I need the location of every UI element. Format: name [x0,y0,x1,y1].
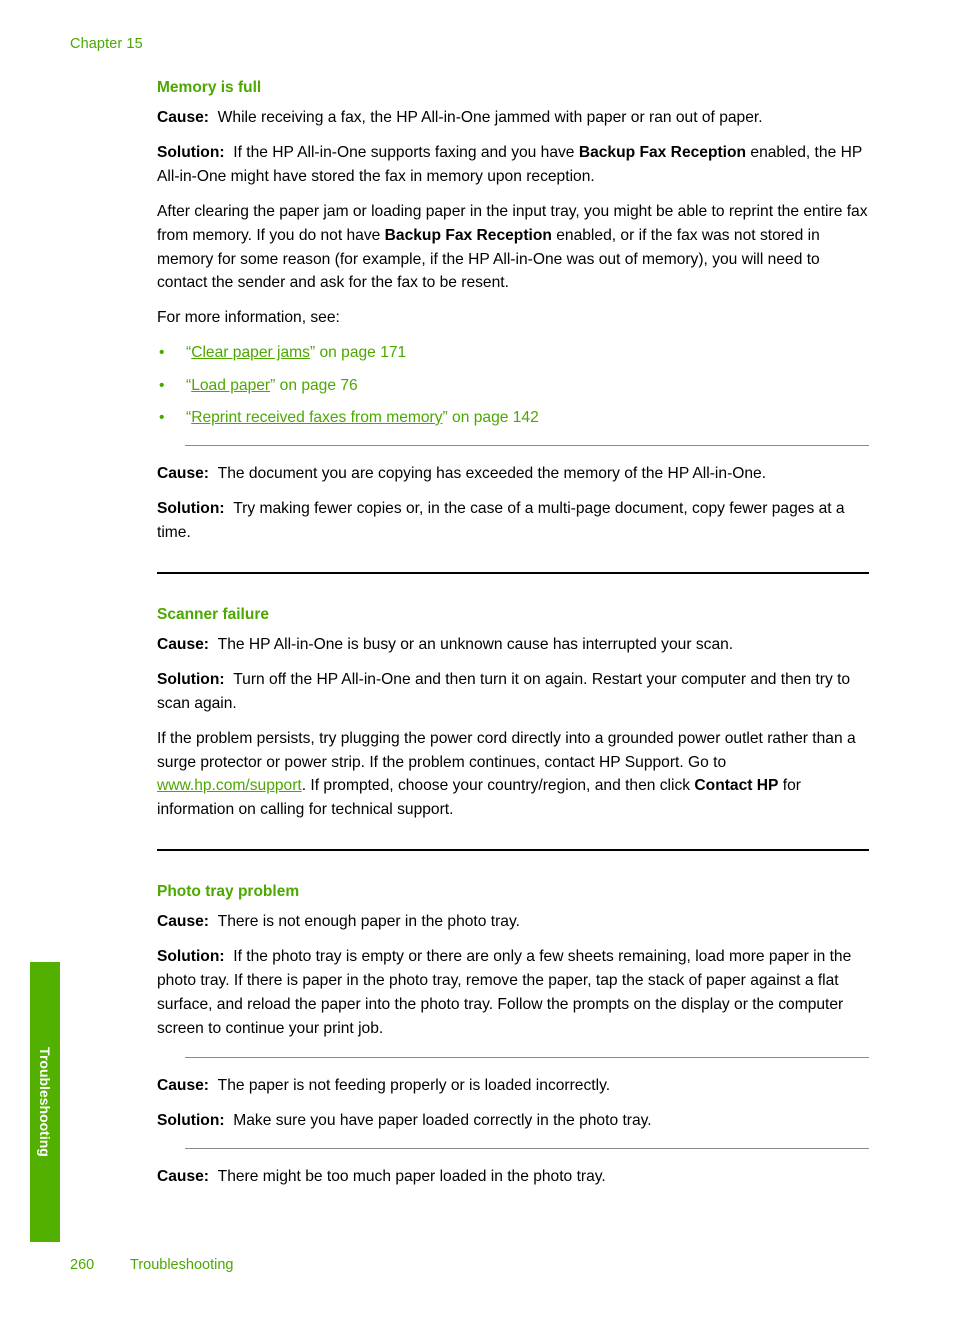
section-divider-rule [157,571,869,574]
section-photo-tray-problem: Photo tray problem Cause: There is not en… [157,882,869,1189]
cause-text: The document you are copying has exceede… [217,465,767,483]
detail-paragraph: If the problem persists, try plugging th… [157,727,869,822]
list-item: • “Reprint received faxes from memory” on… [157,406,869,429]
cause-label: Cause: [157,109,209,127]
cause-paragraph: Cause: The HP All-in-One is busy or an un… [157,633,869,657]
cause-label: Cause: [157,1076,209,1094]
section-scanner-failure: Scanner failure Cause: The HP All-in-One … [157,605,869,822]
solution-label: Solution: [157,1111,225,1129]
link-title: Load paper [191,376,271,394]
cause-paragraph: Cause: There is not enough paper in the p… [157,910,869,934]
section-memory-is-full: Memory is full Cause: While receiving a f… [157,78,869,545]
cause-text: The paper is not feeding properly or is … [217,1076,611,1094]
solution-text-pre: If the HP All-in-One supports faxing and… [233,144,579,162]
cause-text: The HP All-in-One is busy or an unknown … [217,636,734,654]
cross-reference-list: • “Clear paper jams” on page 171 • “Load p… [157,341,869,429]
solution-text: If the photo tray is empty or there are … [157,948,852,1037]
detail-paragraph: After clearing the paper jam or loading … [157,200,869,295]
cause-label: Cause: [157,465,209,483]
cross-reference-link[interactable]: “Reprint received faxes from memory” [186,409,448,426]
solution-text: Make sure you have paper loaded correctl… [233,1111,652,1129]
link-page-suffix: on page 171 [315,344,407,362]
bullet-icon: • [159,344,165,362]
cause-text: While receiving a fax, the HP All-in-One… [217,109,763,127]
cause-solution-block: Cause: The document you are copying has e… [157,462,869,545]
bullet-icon: • [159,408,165,426]
side-thumb-tab-label: Troubleshooting [37,1047,53,1157]
section-heading: Scanner failure [157,605,269,623]
cross-reference-link[interactable]: “Clear paper jams” [186,344,315,361]
cause-separator-rule [185,1056,869,1058]
cause-label: Cause: [157,636,209,654]
cause-solution-block: Cause: While receiving a fax, the HP All-… [157,106,869,429]
cause-paragraph: Cause: While receiving a fax, the HP All-… [157,106,869,130]
solution-label: Solution: [157,671,225,689]
side-thumb-tab: Troubleshooting [30,962,60,1242]
solution-paragraph: Solution: If the photo tray is empty or t… [157,945,869,1040]
link-page-suffix: on page 76 [275,376,358,394]
cause-text: There is not enough paper in the photo t… [217,913,520,931]
solution-label: Solution: [157,948,225,966]
solution-label: Solution: [157,500,225,518]
cause-solution-block: Cause: The paper is not feeding properly … [157,1074,869,1133]
detail-text-bold: Backup Fax Reception [384,226,552,244]
solution-paragraph: Solution: If the HP All-in-One supports f… [157,141,869,189]
cause-separator-rule [185,1148,869,1150]
solution-paragraph: Solution: Try making fewer copies or, in … [157,497,869,545]
cause-solution-block: Cause: There might be too much paper load… [157,1165,869,1189]
content-column: Memory is full Cause: While receiving a f… [157,78,869,1189]
see-also-intro: For more information, see: [157,309,340,327]
page-footer: 260 Troubleshooting [70,1257,233,1273]
solution-text: Try making fewer copies or, in the case … [157,500,845,541]
solution-paragraph: Solution: Make sure you have paper loaded… [157,1109,869,1133]
list-item: • “Clear paper jams” on page 171 [157,341,869,364]
cause-label: Cause: [157,1168,209,1186]
detail-text-mid: . If prompted, choose your country/regio… [301,777,695,795]
cause-paragraph: Cause: The paper is not feeding properly … [157,1074,869,1098]
detail-text-pre: If the problem persists, try plugging th… [157,729,856,771]
cause-paragraph: Cause: There might be too much paper load… [157,1165,869,1189]
chapter-header: Chapter 15 [70,36,143,52]
section-heading: Memory is full [157,79,262,96]
cause-paragraph: Cause: The document you are copying has e… [157,462,869,486]
cause-separator-rule [185,445,869,447]
link-title: Reprint received faxes from memory [191,408,443,426]
support-url-link[interactable]: www.hp.com/support [157,777,302,794]
solution-paragraph: Solution: Turn off the HP All-in-One and … [157,668,869,716]
cause-label: Cause: [157,913,209,931]
footer-page-number: 260 [70,1257,95,1273]
section-divider-rule [157,849,869,852]
solution-label: Solution: [157,144,225,162]
cause-solution-block: Cause: There is not enough paper in the p… [157,910,869,1040]
bullet-icon: • [159,376,165,394]
section-heading: Photo tray problem [157,883,300,901]
cause-text: There might be too much paper loaded in … [217,1168,606,1186]
footer-section-name: Troubleshooting [130,1257,234,1273]
list-item: • “Load paper” on page 76 [157,374,869,397]
detail-text-bold: Contact HP [694,777,779,795]
link-page-suffix: on page 142 [447,408,539,426]
solution-text-bold: Backup Fax Reception [578,144,747,162]
cause-solution-block: Cause: The HP All-in-One is busy or an un… [157,633,869,822]
cross-reference-link[interactable]: “Load paper” [186,377,275,394]
document-page: Chapter 15 Troubleshooting 260 Troublesho… [0,0,954,1321]
link-title: Clear paper jams [191,344,310,362]
solution-text: Turn off the HP All-in-One and then turn… [157,671,851,712]
